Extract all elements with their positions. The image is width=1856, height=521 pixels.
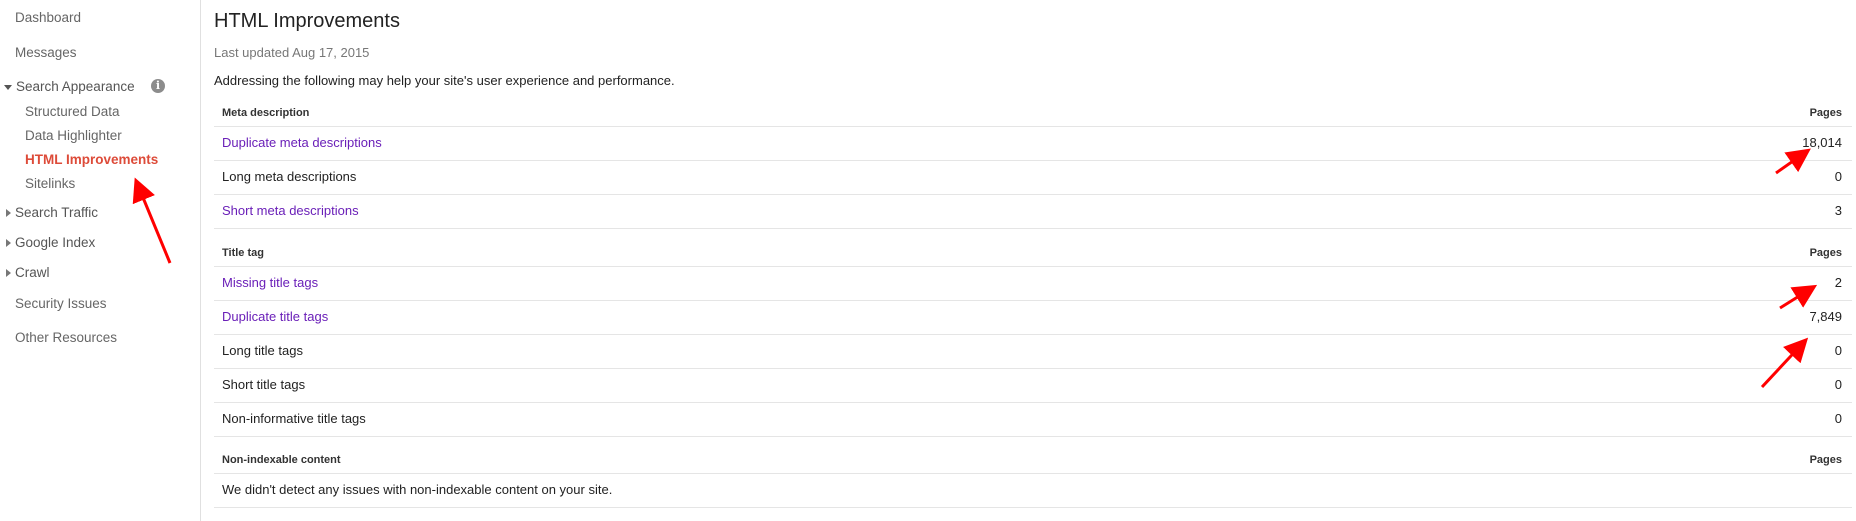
page-count: 18,014 [1802, 135, 1842, 150]
page-count: 2 [1834, 275, 1842, 290]
sidebar-item-other-resources[interactable]: Other Resources [15, 330, 117, 346]
pages-column-header: Pages [1809, 107, 1842, 119]
sidebar-item-search-appearance[interactable]: Search Appearance [16, 79, 135, 95]
page-count: 0 [1834, 411, 1842, 426]
section-header-non-indexable-content: Non-indexable content Pages [214, 447, 1852, 474]
sidebar-item-structured-data[interactable]: Structured Data [25, 104, 120, 120]
section-header-title-tag: Title tag Pages [214, 240, 1852, 267]
sidebar-item-google-index[interactable]: Google Index [15, 235, 95, 251]
chevron-right-icon[interactable] [6, 239, 11, 247]
chevron-right-icon[interactable] [6, 209, 11, 217]
page-count: 7,849 [1809, 309, 1842, 324]
sidebar-item-html-improvements[interactable]: HTML Improvements [25, 152, 158, 168]
table-row: Short title tags 0 [214, 369, 1852, 403]
chevron-down-icon[interactable] [4, 85, 12, 90]
section-title: Title tag [222, 247, 264, 259]
duplicate-meta-descriptions-link[interactable]: Duplicate meta descriptions [222, 135, 382, 150]
last-updated-text: Last updated Aug 17, 2015 [214, 45, 370, 60]
non-informative-title-tags-label: Non-informative title tags [222, 411, 366, 426]
info-icon[interactable]: i [151, 79, 165, 93]
sidebar-nav: Dashboard Messages Search Appearance i S… [0, 0, 201, 521]
page-count: 0 [1834, 343, 1842, 358]
sidebar-item-sitelinks[interactable]: Sitelinks [25, 176, 75, 192]
section-title: Meta description [222, 107, 310, 119]
pages-column-header: Pages [1809, 454, 1842, 466]
chevron-right-icon[interactable] [6, 269, 11, 277]
table-row: Duplicate title tags 7,849 [214, 301, 1852, 335]
page-title: HTML Improvements [214, 10, 400, 32]
page-count: 0 [1834, 377, 1842, 392]
sidebar-item-crawl[interactable]: Crawl [15, 265, 50, 281]
table-row: Long meta descriptions 0 [214, 161, 1852, 195]
sidebar-item-data-highlighter[interactable]: Data Highlighter [25, 128, 122, 144]
duplicate-title-tags-link[interactable]: Duplicate title tags [222, 309, 328, 324]
short-title-tags-label: Short title tags [222, 377, 306, 392]
missing-title-tags-link[interactable]: Missing title tags [222, 275, 318, 290]
table-row: Missing title tags 2 [214, 267, 1852, 301]
page-count: 0 [1834, 169, 1842, 184]
page-count: 3 [1834, 203, 1842, 218]
main-content: HTML Improvements Last updated Aug 17, 2… [214, 0, 1856, 521]
sidebar-item-dashboard[interactable]: Dashboard [15, 10, 81, 26]
table-row: Short meta descriptions 3 [214, 195, 1852, 229]
long-meta-descriptions-label: Long meta descriptions [222, 169, 357, 184]
pages-column-header: Pages [1809, 247, 1842, 259]
table-row: Duplicate meta descriptions 18,014 [214, 127, 1852, 161]
table-row: Non-informative title tags 0 [214, 403, 1852, 437]
short-meta-descriptions-link[interactable]: Short meta descriptions [222, 203, 359, 218]
sidebar-item-security-issues[interactable]: Security Issues [15, 296, 107, 312]
section-header-meta-description: Meta description Pages [214, 100, 1852, 127]
table-row: Long title tags 0 [214, 335, 1852, 369]
table-row: We didn't detect any issues with non-ind… [214, 474, 1852, 508]
section-title: Non-indexable content [222, 454, 341, 466]
long-title-tags-label: Long title tags [222, 343, 303, 358]
no-issues-message: We didn't detect any issues with non-ind… [222, 482, 613, 497]
intro-text: Addressing the following may help your s… [214, 73, 675, 88]
sidebar-item-messages[interactable]: Messages [15, 45, 77, 61]
sidebar-item-search-traffic[interactable]: Search Traffic [15, 205, 98, 221]
